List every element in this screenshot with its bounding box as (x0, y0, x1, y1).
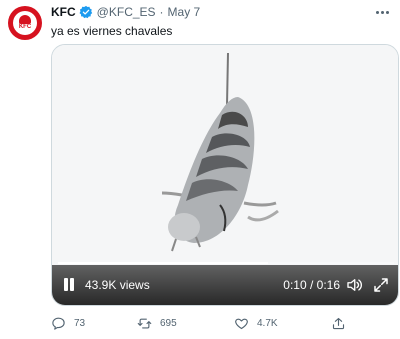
reply-icon (52, 317, 65, 330)
heart-icon (235, 318, 248, 329)
tweet-header: KFC @KFC_ES · May 7 (51, 4, 200, 20)
colonel-face-icon (19, 15, 31, 24)
tweet-text: ya es viernes chavales (51, 24, 173, 38)
pause-icon[interactable] (62, 277, 76, 293)
like-count: 4.7K (257, 317, 278, 329)
share-button[interactable] (331, 314, 346, 332)
like-button[interactable]: 4.7K (234, 314, 278, 332)
share-icon (332, 317, 345, 329)
retweet-icon (137, 318, 152, 328)
verified-badge-icon (79, 5, 92, 19)
tweet-date[interactable]: May 7 (168, 5, 201, 19)
kfc-logo: KFC (13, 11, 37, 35)
author-handle[interactable]: @KFC_ES (97, 5, 156, 19)
author-name[interactable]: KFC (51, 5, 76, 19)
avatar-logo-text: KFC (18, 24, 32, 30)
video-progress-fill (58, 262, 268, 264)
more-icon[interactable] (371, 4, 393, 20)
retweet-button[interactable]: 695 (137, 314, 177, 332)
reply-button[interactable]: 73 (51, 314, 85, 332)
volume-icon[interactable] (345, 276, 363, 294)
fullscreen-icon[interactable] (372, 276, 390, 294)
video-player[interactable]: 43.9K views 0:10 / 0:16 (51, 44, 399, 306)
video-progress-bar[interactable] (58, 262, 394, 264)
reply-count: 73 (74, 317, 86, 329)
video-time: 0:10 / 0:16 (283, 278, 340, 292)
avatar[interactable]: KFC (8, 6, 42, 40)
view-count: 43.9K views (85, 278, 150, 292)
header-separator: · (159, 5, 164, 19)
tweet-actions: 73 695 4.7K (51, 314, 351, 332)
video-controls: 43.9K views 0:10 / 0:16 (52, 262, 398, 305)
retweet-count: 695 (160, 317, 177, 329)
